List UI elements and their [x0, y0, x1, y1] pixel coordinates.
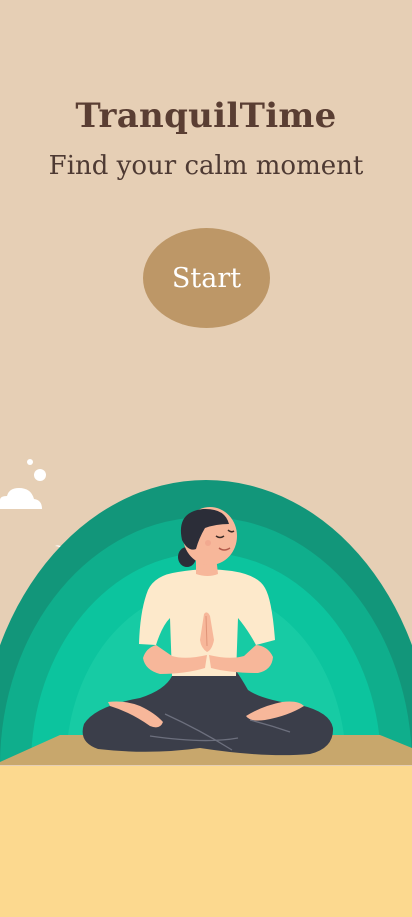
cloud-icon: [0, 459, 46, 509]
welcome-screen: TranquilTime Find your calm moment Start: [0, 0, 412, 917]
tagline: Find your calm moment: [48, 151, 364, 181]
app-title: TranquilTime: [75, 96, 337, 136]
meditation-illustration: [0, 440, 412, 917]
floor: [0, 766, 412, 917]
meditation-scene: [0, 459, 412, 917]
start-button[interactable]: Start: [143, 228, 270, 328]
